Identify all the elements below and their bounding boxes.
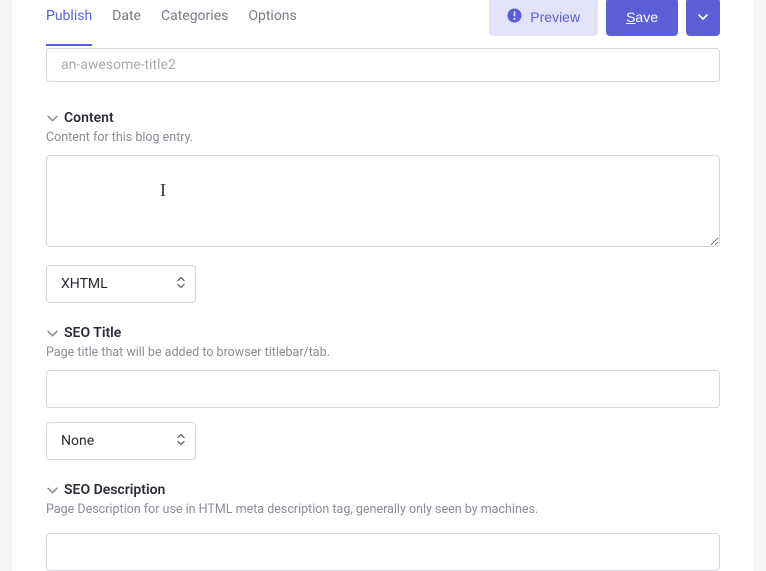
chevron-down-icon xyxy=(46,112,58,124)
content-textarea[interactable] xyxy=(46,155,720,247)
tab-options[interactable]: Options xyxy=(248,8,296,46)
seo-description-section: SEO Description Page Description for use… xyxy=(46,482,720,571)
content-title: Content xyxy=(64,110,114,126)
alert-icon xyxy=(507,8,522,26)
save-button[interactable]: Save xyxy=(606,0,678,36)
seo-description-title: SEO Description xyxy=(64,482,165,498)
content-help: Content for this blog entry. xyxy=(46,130,720,145)
tab-categories[interactable]: Categories xyxy=(161,8,228,46)
preview-label: Preview xyxy=(530,9,580,25)
seo-title-section: SEO Title Page title that will be added … xyxy=(46,325,720,460)
seo-title-format-value: None xyxy=(61,433,94,449)
tabs: Publish Date Categories Options xyxy=(46,0,297,46)
tab-date[interactable]: Date xyxy=(112,8,141,46)
slug-input[interactable]: an-awesome-title2 xyxy=(46,48,720,82)
seo-description-help: Page Description for use in HTML meta de… xyxy=(46,502,720,517)
seo-title-input[interactable] xyxy=(46,370,720,408)
chevron-down-icon xyxy=(698,9,708,25)
content-section: Content Content for this blog entry. XHT… xyxy=(46,110,720,303)
tab-publish[interactable]: Publish xyxy=(46,8,92,46)
content-format-value: XHTML xyxy=(61,276,108,292)
content-header[interactable]: Content xyxy=(46,110,720,126)
seo-title-header[interactable]: SEO Title xyxy=(46,325,720,341)
preview-button[interactable]: Preview xyxy=(489,0,598,36)
chevron-down-icon xyxy=(46,484,58,496)
slug-value: an-awesome-title2 xyxy=(61,57,176,73)
content-format-select[interactable]: XHTML xyxy=(46,265,196,303)
seo-description-header[interactable]: SEO Description xyxy=(46,482,720,498)
seo-title-help: Page title that will be added to browser… xyxy=(46,345,720,360)
save-dropdown-button[interactable] xyxy=(686,0,720,36)
seo-title-title: SEO Title xyxy=(64,325,121,341)
save-label: Save xyxy=(626,9,658,25)
action-bar: Preview Save xyxy=(489,0,720,36)
seo-title-format-select[interactable]: None xyxy=(46,422,196,460)
chevron-down-icon xyxy=(46,327,58,339)
